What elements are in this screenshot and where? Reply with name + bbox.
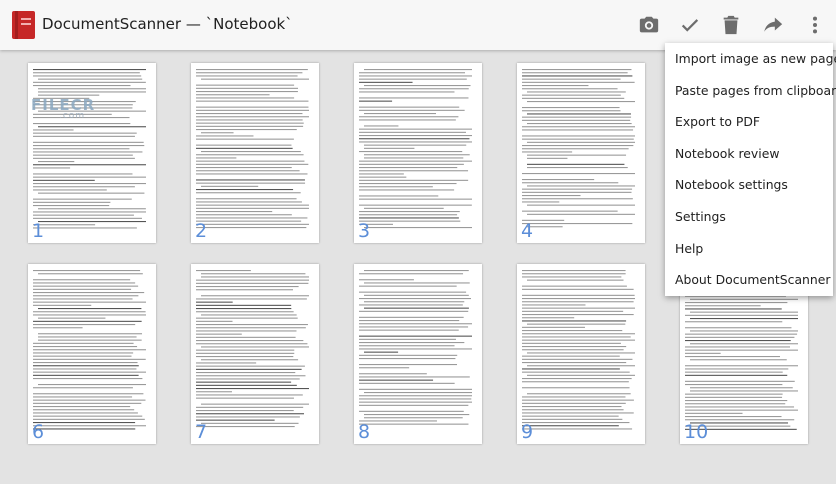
page-thumbnail[interactable]: 1 xyxy=(28,63,156,243)
page-thumbnail[interactable]: 4 xyxy=(517,63,645,243)
camera-icon[interactable] xyxy=(638,14,660,36)
page-text-lines xyxy=(522,69,635,228)
page-text-lines xyxy=(359,69,472,229)
page-text-lines xyxy=(33,270,146,430)
page-text-lines xyxy=(522,270,635,430)
page-number: 10 xyxy=(684,421,709,443)
window-title: DocumentScanner — `Notebook` xyxy=(42,15,293,33)
page-number: 1 xyxy=(32,220,45,242)
page-thumbnail[interactable]: 7 xyxy=(191,264,319,444)
page-number: 8 xyxy=(358,421,371,443)
page-thumbnail[interactable]: 2 xyxy=(191,63,319,243)
menu-item-import-image[interactable]: Import image as new page xyxy=(665,43,836,75)
page-text-lines xyxy=(196,69,309,229)
app-logo-icon xyxy=(12,11,35,39)
menu-item-settings[interactable]: Settings xyxy=(665,201,833,233)
page-number: 2 xyxy=(195,220,208,242)
menu-item-notebook-settings[interactable]: Notebook settings xyxy=(665,169,833,201)
page-thumbnail[interactable]: 8 xyxy=(354,264,482,444)
menu-item-export-pdf[interactable]: Export to PDF xyxy=(665,106,833,138)
share-icon[interactable] xyxy=(762,14,784,36)
overflow-menu: Import image as new page Paste pages fro… xyxy=(665,43,836,296)
page-thumbnail[interactable]: 3 xyxy=(354,63,482,243)
page-text-lines xyxy=(33,69,146,229)
menu-item-notebook-review[interactable]: Notebook review xyxy=(665,138,833,170)
menu-item-paste-pages[interactable]: Paste pages from clipboard xyxy=(665,75,836,107)
watermark-logo: FILECR .com xyxy=(31,96,95,121)
page-number: 6 xyxy=(32,421,45,443)
page-number: 4 xyxy=(521,220,534,242)
trash-icon[interactable] xyxy=(720,14,742,36)
menu-item-help[interactable]: Help xyxy=(665,233,833,265)
page-number: 9 xyxy=(521,421,534,443)
page-thumbnail[interactable]: 9 xyxy=(517,264,645,444)
page-thumbnail[interactable]: 6 xyxy=(28,264,156,444)
page-text-lines xyxy=(196,270,309,428)
menu-item-about[interactable]: About DocumentScanner xyxy=(665,264,833,296)
more-vert-icon[interactable] xyxy=(804,14,826,36)
page-number: 3 xyxy=(358,220,371,242)
check-icon[interactable] xyxy=(679,14,701,36)
page-text-lines xyxy=(359,270,472,425)
page-number: 7 xyxy=(195,421,208,443)
